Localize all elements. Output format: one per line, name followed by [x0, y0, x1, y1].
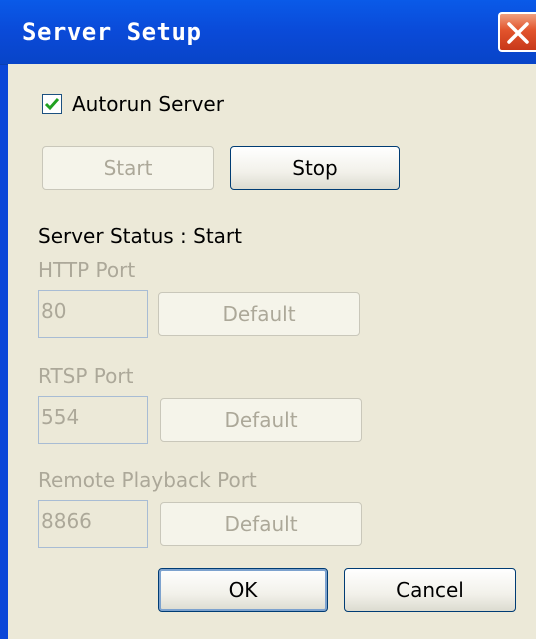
- rtsp-port-label: RTSP Port: [38, 364, 134, 388]
- rtsp-default-button[interactable]: Default: [160, 398, 362, 442]
- window-title: Server Setup: [22, 18, 202, 46]
- title-bar[interactable]: Server Setup: [0, 0, 536, 65]
- cancel-button[interactable]: Cancel: [344, 568, 516, 612]
- http-port-label: HTTP Port: [38, 258, 136, 282]
- ok-button[interactable]: OK: [158, 568, 328, 612]
- server-status-text: Server Status : Start: [38, 224, 242, 248]
- playback-port-label: Remote Playback Port: [38, 468, 257, 492]
- http-default-button[interactable]: Default: [158, 292, 360, 336]
- playback-port-input[interactable]: 8866: [38, 500, 148, 548]
- autorun-checkbox[interactable]: [42, 94, 62, 114]
- checkmark-icon: [44, 98, 60, 111]
- close-button[interactable]: [498, 12, 536, 52]
- autorun-label[interactable]: Autorun Server: [72, 92, 224, 116]
- playback-default-button[interactable]: Default: [160, 502, 362, 546]
- dialog-client-area: Autorun Server Start Stop Server Status …: [8, 64, 536, 639]
- start-button[interactable]: Start: [42, 146, 214, 190]
- close-icon: [507, 22, 529, 44]
- http-port-input[interactable]: 80: [38, 290, 148, 338]
- server-setup-window: Server Setup Autorun Server Start Stop S…: [0, 0, 536, 639]
- stop-button[interactable]: Stop: [230, 146, 400, 190]
- rtsp-port-input[interactable]: 554: [38, 396, 148, 444]
